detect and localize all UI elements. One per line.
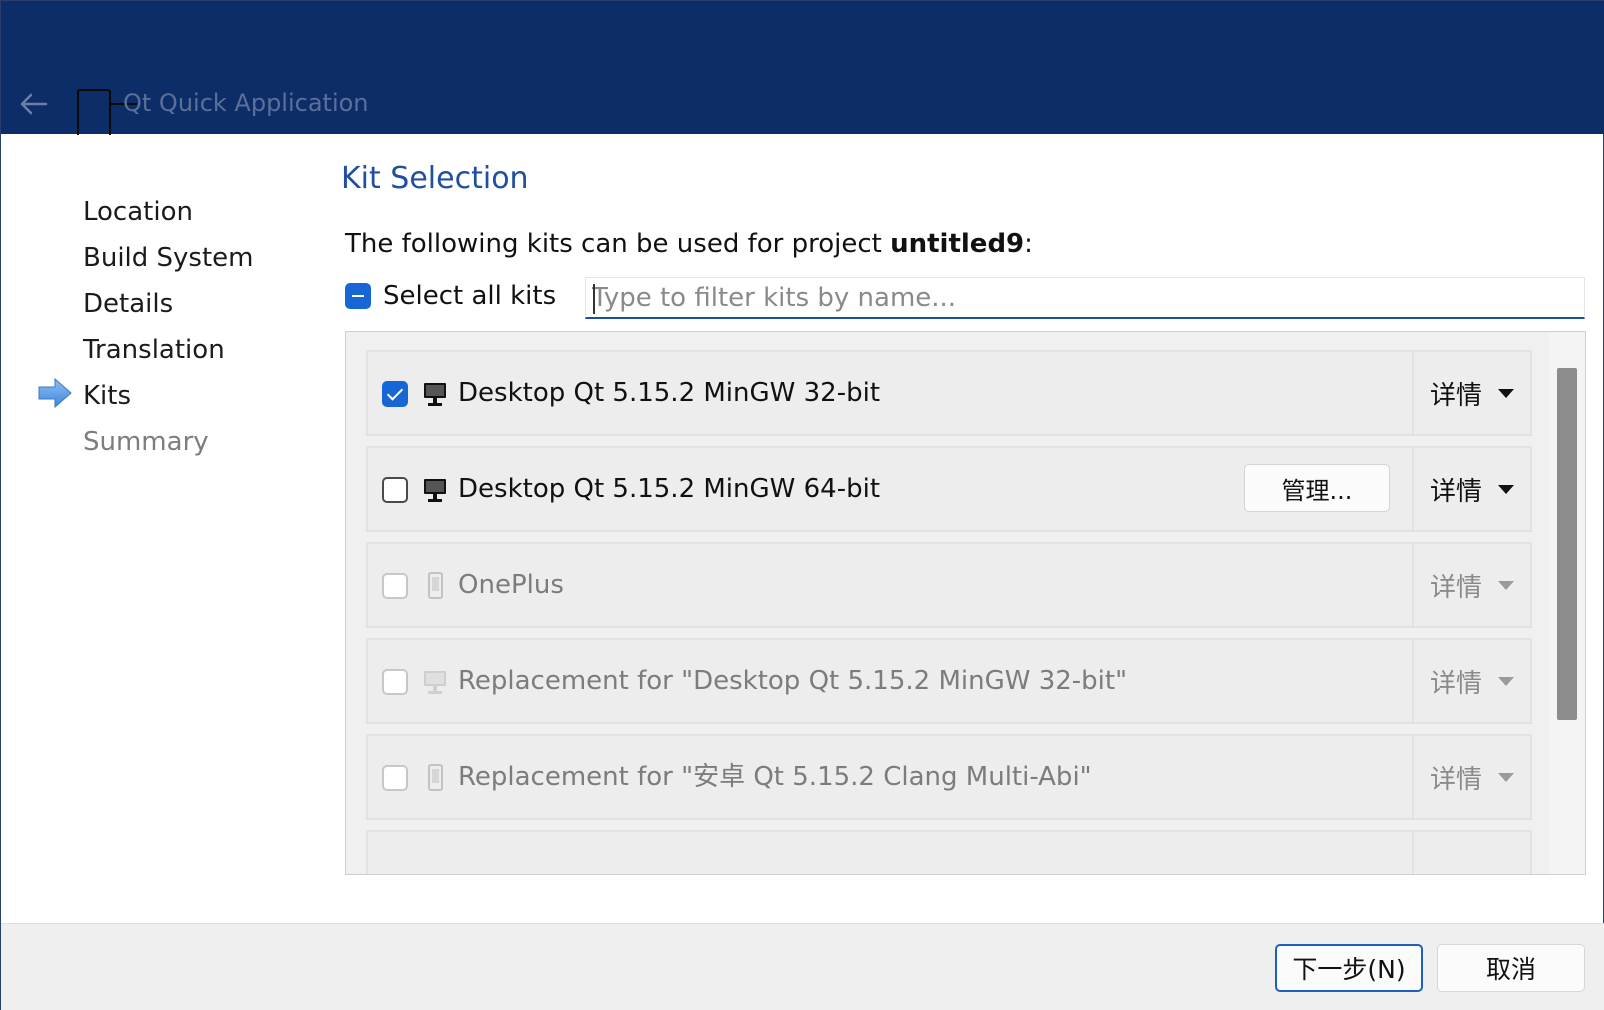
select-all-label: Select all kits [383,281,557,311]
kit-row-partial [366,830,1532,874]
app-icon [77,89,111,135]
description-prefix: The following kits can be used for proje… [345,229,891,259]
step-build-system: Build System [83,243,254,273]
step-details: Details [83,289,174,319]
triangle-down-icon [1498,676,1514,686]
title-bar: Qt Quick Application [1,1,1604,135]
wizard-steps: Location Build System Details Translatio… [83,189,254,465]
monitor-icon [424,671,446,694]
kit-name: Replacement for "安卓 Qt 5.15.2 Clang Mult… [458,762,1092,792]
kit-filter-input[interactable] [586,278,1584,317]
kits-list[interactable]: Desktop Qt 5.15.2 MinGW 32-bit 详情 Deskto… [345,331,1586,875]
kit-details-toggle[interactable]: 详情 [1412,448,1530,530]
scrollbar-thumb[interactable] [1557,368,1577,720]
phone-icon [428,764,443,791]
scrollbar-track[interactable] [1549,332,1585,874]
window-title: Qt Quick Application [123,89,369,117]
kit-checkbox[interactable] [382,381,408,407]
cancel-button[interactable]: 取消 [1437,944,1585,992]
step-location: Location [83,197,193,227]
kit-row: Replacement for "安卓 Qt 5.15.2 Clang Mult… [366,734,1532,820]
manage-kit-button[interactable]: 管理... [1244,464,1390,512]
back-button[interactable] [15,87,51,121]
kit-details-toggle[interactable] [1412,832,1530,874]
kit-name: OnePlus [458,570,564,600]
text-caret [593,284,595,314]
next-button[interactable]: 下一步(N) [1275,944,1423,992]
step-summary: Summary [83,427,209,457]
details-label: 详情 [1429,764,1482,795]
step-translation: Translation [83,335,225,365]
step-kits: Kits [83,381,132,411]
indeterminate-checkbox-icon [345,283,371,309]
kit-checkbox[interactable] [382,573,408,599]
select-all-kits-checkbox[interactable]: Select all kits [345,281,556,311]
triangle-down-icon [1498,484,1514,494]
kit-checkbox[interactable] [382,765,408,791]
button-bar: 下一步(N) 取消 [1,923,1604,1010]
kit-name: Desktop Qt 5.15.2 MinGW 64-bit [458,474,881,504]
arrow-left-icon [20,93,48,115]
wizard-window: Qt Quick Application Location Build Syst… [0,0,1604,1010]
kit-filter-field[interactable] [585,277,1585,319]
kit-details-toggle[interactable]: 详情 [1412,352,1530,434]
monitor-icon [424,479,446,502]
kit-checkbox[interactable] [382,669,408,695]
triangle-down-icon [1498,580,1514,590]
details-label: 详情 [1429,380,1482,411]
kit-details-toggle[interactable]: 详情 [1412,736,1530,818]
project-name: untitled9 [890,229,1025,259]
kit-row: Desktop Qt 5.15.2 MinGW 32-bit 详情 [366,350,1532,436]
triangle-down-icon [1498,772,1514,782]
description-suffix: : [1024,229,1033,259]
kit-row: Replacement for "Desktop Qt 5.15.2 MinGW… [366,638,1532,724]
details-label: 详情 [1429,572,1482,603]
details-label: 详情 [1429,668,1482,699]
kit-name: Desktop Qt 5.15.2 MinGW 32-bit [458,378,881,408]
kit-checkbox[interactable] [382,477,408,503]
phone-icon [428,572,443,599]
current-step-arrow-icon [38,377,72,409]
triangle-down-icon [1498,388,1514,398]
kit-details-toggle[interactable]: 详情 [1412,544,1530,626]
monitor-icon [424,383,446,406]
page-title: Kit Selection [341,161,529,196]
kit-name: Replacement for "Desktop Qt 5.15.2 MinGW… [458,666,1128,696]
kit-row: OnePlus 详情 [366,542,1532,628]
details-label: 详情 [1429,476,1482,507]
kit-details-toggle[interactable]: 详情 [1412,640,1530,722]
page-description: The following kits can be used for proje… [345,229,1033,259]
kit-row: Desktop Qt 5.15.2 MinGW 64-bit 管理... 详情 [366,446,1532,532]
